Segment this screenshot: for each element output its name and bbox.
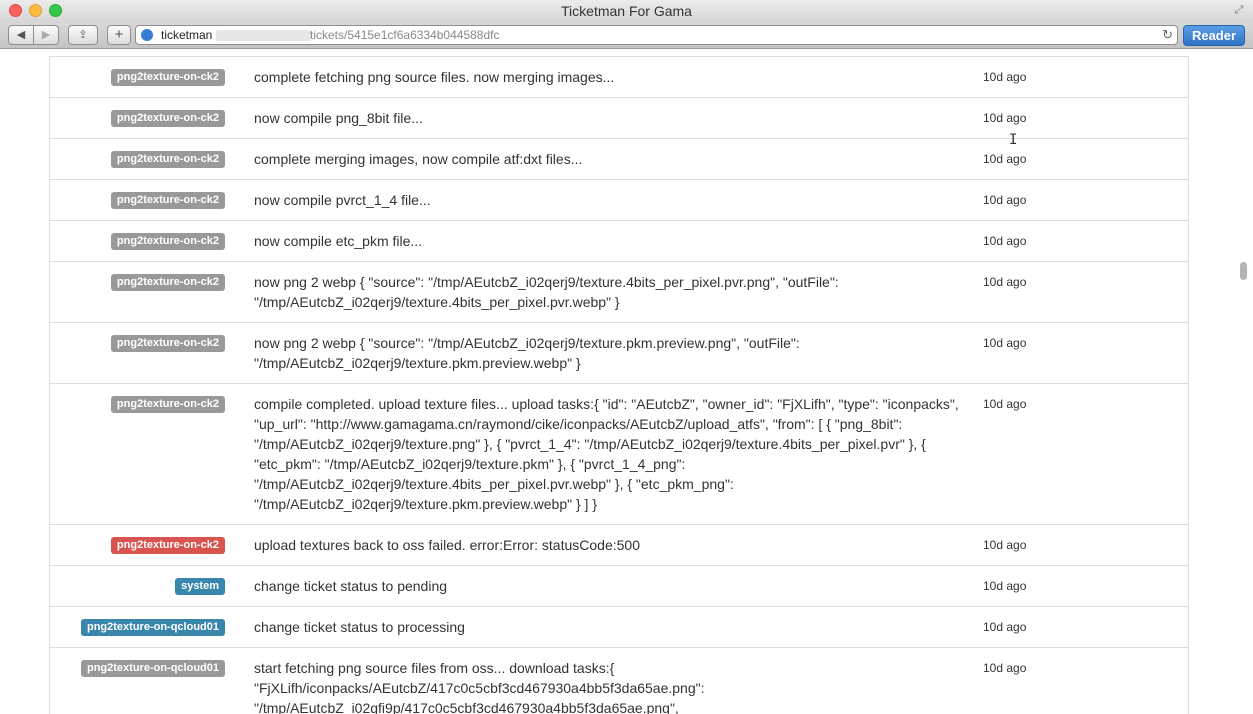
worker-tag-cell: png2texture-on-ck2 [50, 149, 225, 169]
worker-tag-cell: png2texture-on-ck2 [50, 108, 225, 128]
close-window-button[interactable] [9, 4, 22, 17]
log-timestamp: 10d ago [983, 70, 1027, 84]
worker-badge: png2texture-on-qcloud01 [80, 660, 225, 677]
log-timestamp: 10d ago [983, 661, 1027, 675]
log-timestamp: 10d ago [983, 152, 1027, 166]
back-arrow-icon: ◀ [16, 29, 26, 41]
table-row: png2texture-on-ck2 compile completed. upl… [50, 384, 1188, 525]
share-button[interactable]: ⇪ [68, 25, 98, 45]
log-message: compile completed. upload texture files.… [254, 396, 959, 512]
log-message: now compile png_8bit file... [254, 110, 423, 126]
url-redacted [216, 30, 311, 41]
globe-icon [141, 29, 153, 41]
log-timestamp: 10d ago [983, 620, 1027, 634]
log-message: change ticket status to processing [254, 619, 465, 635]
table-row: system change ticket status to pending 10d… [50, 566, 1188, 607]
address-bar[interactable]: ticketman tickets/5415e1cf6a6334b044588d… [135, 25, 1178, 45]
worker-badge: png2texture-on-ck2 [110, 151, 225, 168]
worker-tag-cell: system [50, 576, 225, 596]
worker-badge: png2texture-on-ck2 [110, 192, 225, 209]
worker-tag-cell: png2texture-on-ck2 [50, 190, 225, 210]
log-timestamp: 10d ago [983, 538, 1027, 552]
back-button[interactable]: ◀ [8, 25, 34, 45]
reload-icon[interactable]: ↻ [1162, 26, 1173, 44]
plus-icon: + [114, 26, 124, 43]
worker-tag-cell: png2texture-on-ck2 [50, 231, 225, 251]
log-timestamp: 10d ago [983, 193, 1027, 207]
page-viewport: png2texture-on-ck2 complete fetching png … [0, 50, 1253, 714]
log-message: now compile etc_pkm file... [254, 233, 423, 249]
log-timestamp: 10d ago [983, 111, 1027, 125]
browser-toolbar: ◀ ▶ ⇪ + ticketman tickets/5415e1cf6a6334… [0, 22, 1253, 49]
worker-badge: png2texture-on-ck2 [110, 110, 225, 127]
add-bookmark-button[interactable]: + [107, 25, 131, 45]
table-row: png2texture-on-ck2 now png 2 webp { "sour… [50, 323, 1188, 384]
worker-tag-cell: png2texture-on-ck2 [50, 394, 225, 514]
log-message: upload textures back to oss failed. erro… [254, 537, 640, 553]
table-row: png2texture-on-ck2 complete fetching png … [50, 57, 1188, 98]
minimize-window-button[interactable] [29, 4, 42, 17]
log-message: complete fetching png source files. now … [254, 69, 615, 85]
log-message: start fetching png source files from oss… [254, 660, 705, 714]
worker-badge: png2texture-on-qcloud01 [80, 619, 225, 636]
url-path: tickets/5415e1cf6a6334b044588dfc [310, 28, 500, 42]
worker-badge: png2texture-on-ck2 [110, 274, 225, 291]
window-titlebar: Ticketman For Gama ⤢ [0, 0, 1253, 22]
table-row: png2texture-on-ck2 now compile etc_pkm fi… [50, 221, 1188, 262]
log-message: now png 2 webp { "source": "/tmp/AEutcbZ… [254, 274, 839, 310]
fullscreen-icon[interactable]: ⤢ [1233, 4, 1245, 16]
log-timestamp: 10d ago [983, 397, 1027, 411]
worker-badge: png2texture-on-ck2 [110, 396, 225, 413]
worker-badge: png2texture-on-ck2 [110, 335, 225, 352]
worker-tag-cell: png2texture-on-ck2 [50, 272, 225, 312]
share-icon: ⇪ [78, 29, 88, 41]
log-timestamp: 10d ago [983, 275, 1027, 289]
log-timestamp: 10d ago [983, 336, 1027, 350]
log-timestamp: 10d ago [983, 579, 1027, 593]
worker-tag-cell: png2texture-on-qcloud01 [50, 658, 225, 714]
ticket-log-table: png2texture-on-ck2 complete fetching png … [49, 56, 1189, 714]
vertical-scrollbar[interactable] [1240, 262, 1247, 280]
log-message: now compile pvrct_1_4 file... [254, 192, 431, 208]
worker-tag-cell: png2texture-on-ck2 [50, 67, 225, 87]
worker-tag-cell: png2texture-on-ck2 [50, 535, 225, 555]
table-row: png2texture-on-ck2 now png 2 webp { "sour… [50, 262, 1188, 323]
table-row: png2texture-on-ck2 upload textures back t… [50, 525, 1188, 566]
worker-tag-cell: png2texture-on-qcloud01 [50, 617, 225, 637]
forward-button[interactable]: ▶ [33, 25, 59, 45]
table-row: png2texture-on-qcloud01 start fetching pn… [50, 648, 1188, 714]
reader-button[interactable]: Reader [1183, 25, 1245, 46]
forward-arrow-icon: ▶ [41, 29, 51, 41]
log-message: complete merging images, now compile atf… [254, 151, 583, 167]
log-timestamp: 10d ago [983, 234, 1027, 248]
window-title: Ticketman For Gama [561, 3, 692, 19]
text-cursor-icon: I [1009, 132, 1018, 148]
worker-badge: png2texture-on-ck2 [110, 537, 225, 554]
log-message: now png 2 webp { "source": "/tmp/AEutcbZ… [254, 335, 800, 371]
worker-tag-cell: png2texture-on-ck2 [50, 333, 225, 373]
worker-badge: png2texture-on-ck2 [110, 233, 225, 250]
zoom-window-button[interactable] [49, 4, 62, 17]
url-host: ticketman [161, 28, 213, 42]
log-message: change ticket status to pending [254, 578, 448, 594]
worker-badge: png2texture-on-ck2 [110, 69, 225, 86]
worker-badge: system [175, 578, 225, 595]
table-row: png2texture-on-qcloud01 change ticket sta… [50, 607, 1188, 648]
table-row: png2texture-on-ck2 now compile pvrct_1_4 … [50, 180, 1188, 221]
